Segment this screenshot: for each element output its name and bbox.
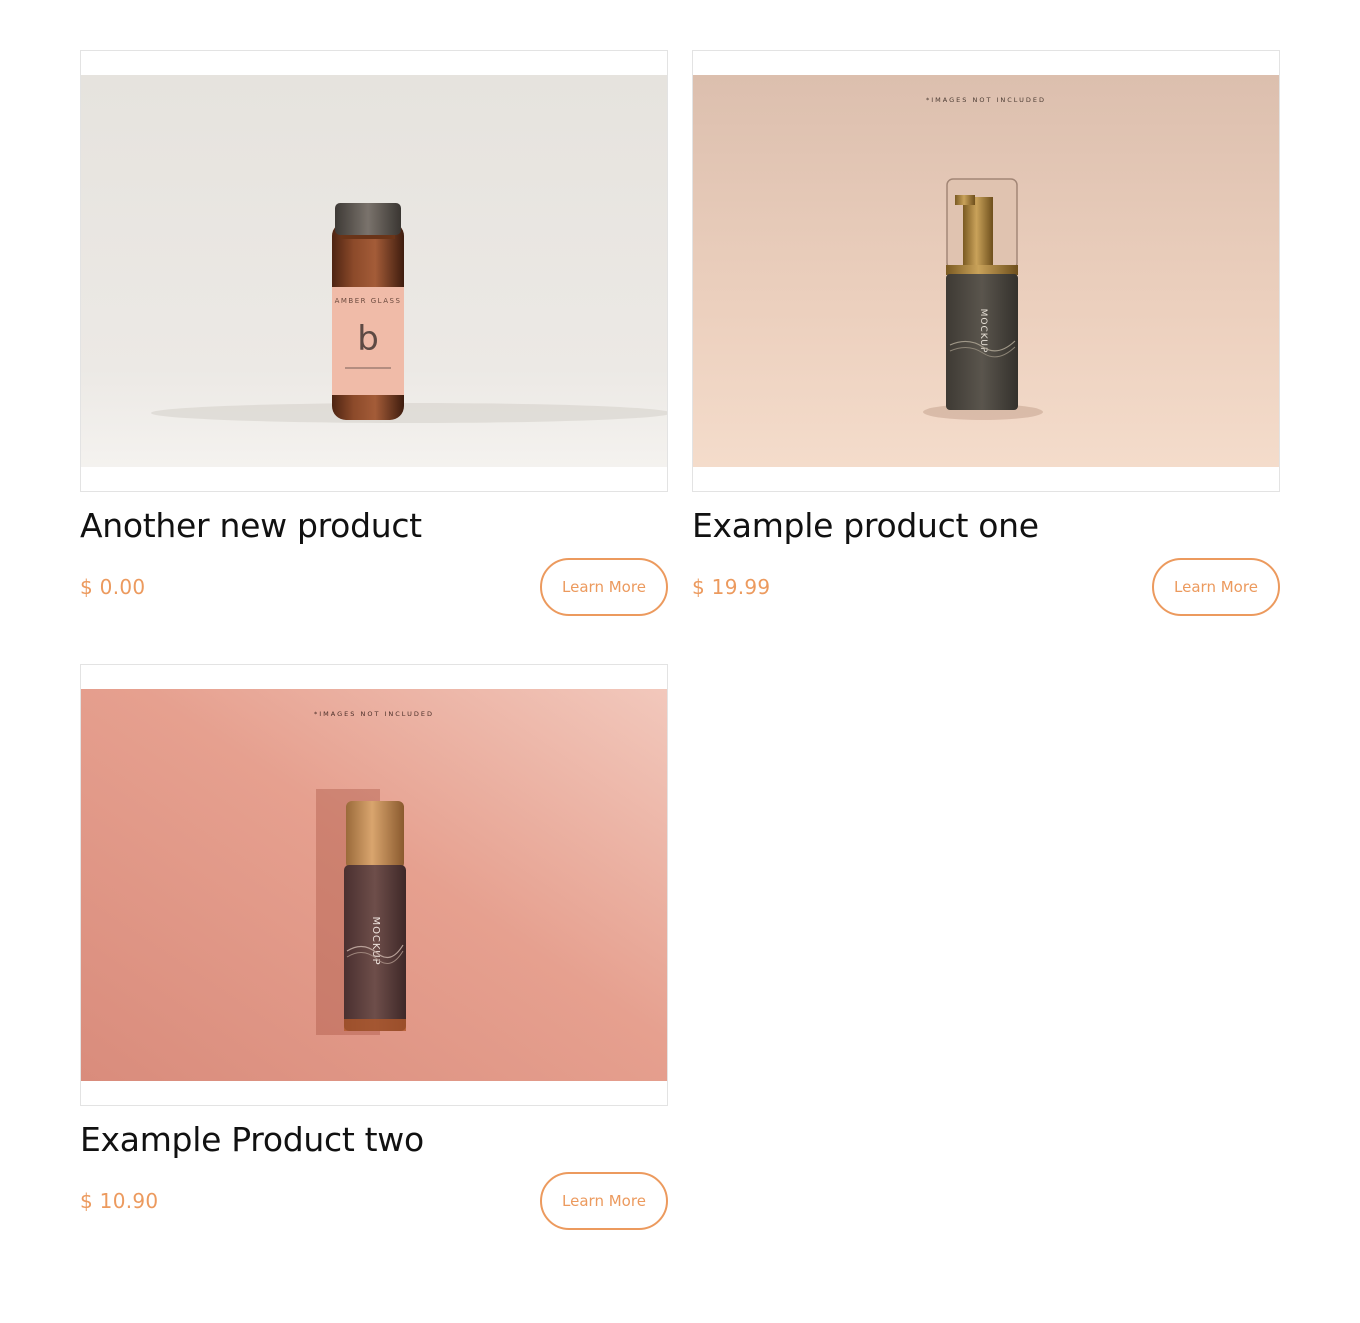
- product-grid: AMBER GLASS b Another new product $ 0.00…: [80, 50, 1280, 1230]
- product-card: AMBER GLASS b Another new product $ 0.00…: [80, 50, 668, 616]
- learn-more-button[interactable]: Learn More: [540, 558, 668, 616]
- product-card: *IMAGES NOT INCLUDED MOCKUP Example prod…: [692, 50, 1280, 616]
- product-title[interactable]: Another new product: [80, 507, 668, 545]
- product-meta: $ 0.00 Learn More: [80, 558, 668, 616]
- pump-bottle-photo: *IMAGES NOT INCLUDED MOCKUP: [693, 75, 1279, 467]
- product-title[interactable]: Example Product two: [80, 1121, 668, 1159]
- product-image-frame[interactable]: *IMAGES NOT INCLUDED MOCKUP: [692, 50, 1280, 492]
- product-image-frame[interactable]: *IMAGES NOT INCLUDED MOCKUP: [80, 664, 668, 1106]
- roller-bottle-photo: *IMAGES NOT INCLUDED MOCKUP: [81, 689, 667, 1081]
- product-price: $ 19.99: [692, 575, 771, 599]
- product-card: *IMAGES NOT INCLUDED MOCKUP Example Prod…: [80, 664, 668, 1230]
- product-meta: $ 10.90 Learn More: [80, 1172, 668, 1230]
- amber-glass-vial-photo: AMBER GLASS b: [81, 75, 667, 467]
- product-price: $ 10.90: [80, 1189, 159, 1213]
- product-meta: $ 19.99 Learn More: [692, 558, 1280, 616]
- learn-more-button[interactable]: Learn More: [540, 1172, 668, 1230]
- svg-text:AMBER GLASS: AMBER GLASS: [335, 297, 402, 305]
- product-image-frame[interactable]: AMBER GLASS b: [80, 50, 668, 492]
- svg-text:b: b: [357, 319, 379, 359]
- svg-text:*IMAGES NOT INCLUDED: *IMAGES NOT INCLUDED: [314, 710, 434, 718]
- svg-text:*IMAGES NOT INCLUDED: *IMAGES NOT INCLUDED: [926, 96, 1046, 104]
- product-price: $ 0.00: [80, 575, 146, 599]
- product-title[interactable]: Example product one: [692, 507, 1280, 545]
- learn-more-button[interactable]: Learn More: [1152, 558, 1280, 616]
